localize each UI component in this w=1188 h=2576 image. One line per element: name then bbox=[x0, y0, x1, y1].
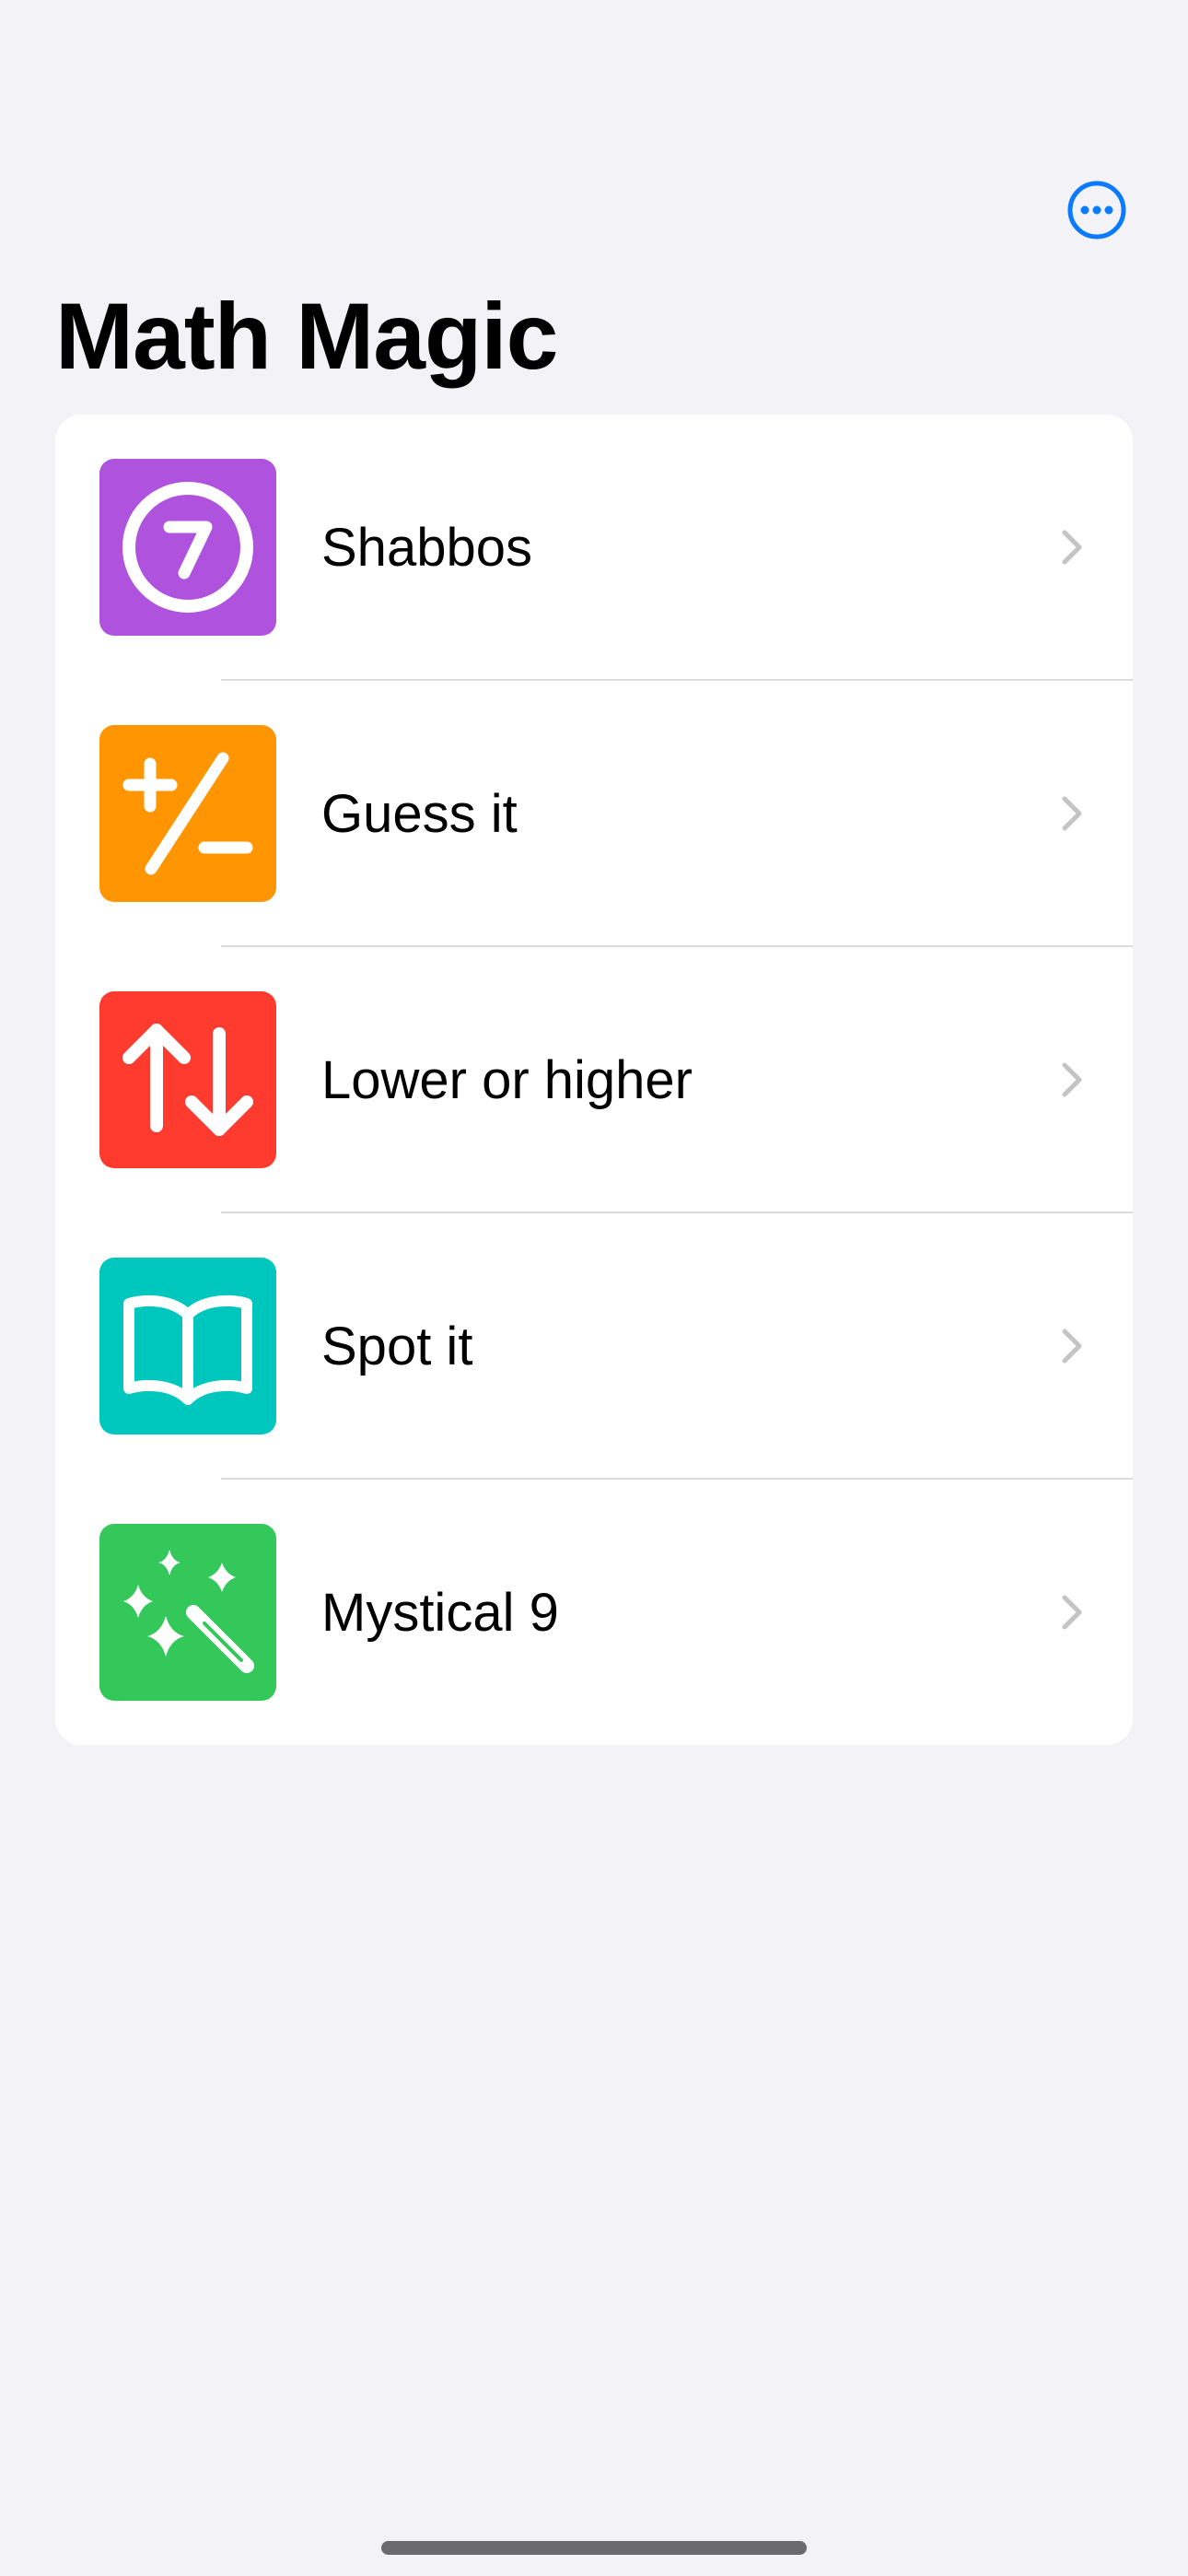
number-seven-circle-icon bbox=[99, 459, 276, 636]
list-item-label: Guess it bbox=[321, 784, 518, 844]
list-item-label: Mystical 9 bbox=[321, 1583, 559, 1643]
book-icon bbox=[99, 1258, 276, 1434]
list-item-lower-or-higher[interactable]: Lower or higher bbox=[55, 947, 1133, 1213]
list-item-label: Shabbos bbox=[321, 518, 532, 578]
list-item-mystical-9[interactable]: Mystical 9 bbox=[55, 1480, 1133, 1745]
list-item-shabbos[interactable]: Shabbos bbox=[55, 415, 1133, 681]
wand-and-stars-icon bbox=[99, 1524, 276, 1701]
menu-list: Shabbos Guess it Lower or higher Spot it… bbox=[55, 415, 1133, 1745]
chevron-right-icon bbox=[1052, 1060, 1092, 1100]
arrow-up-arrow-down-icon bbox=[99, 991, 276, 1168]
page-title: Math Magic bbox=[55, 284, 558, 389]
list-item-spot-it[interactable]: Spot it bbox=[55, 1213, 1133, 1480]
list-item-label: Lower or higher bbox=[321, 1050, 693, 1110]
screen: { "header": { "title": "Math Magic", "mo… bbox=[0, 0, 1188, 2576]
chevron-right-icon bbox=[1052, 793, 1092, 834]
ellipsis-circle-icon bbox=[1067, 181, 1126, 240]
chevron-right-icon bbox=[1052, 1326, 1092, 1366]
home-indicator[interactable] bbox=[381, 2541, 807, 2555]
chevron-right-icon bbox=[1052, 527, 1092, 568]
list-item-guess-it[interactable]: Guess it bbox=[55, 681, 1133, 947]
plus-slash-minus-icon bbox=[99, 725, 276, 902]
more-options-button[interactable] bbox=[1066, 180, 1127, 240]
chevron-right-icon bbox=[1052, 1592, 1092, 1633]
list-item-label: Spot it bbox=[321, 1317, 473, 1376]
